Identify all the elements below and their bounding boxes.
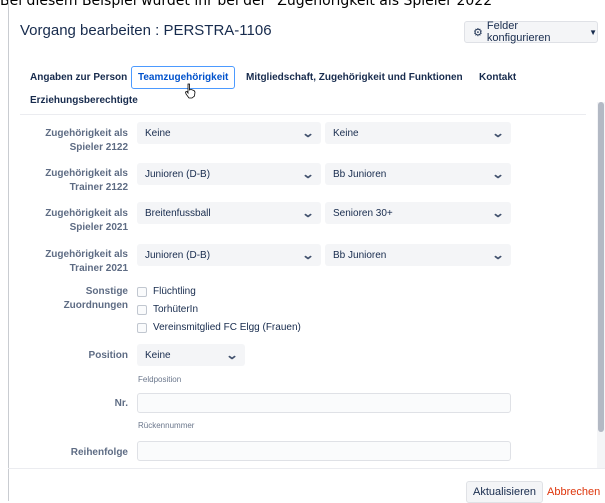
dialog-title: Vorgang bearbeiten : PERSTRA-1106 bbox=[20, 22, 272, 39]
chevron-down-icon: ⌄ bbox=[301, 206, 315, 220]
configure-fields-label: Felder konfigurieren bbox=[486, 20, 551, 44]
background-caption: Bei diesem Beispiel wurdet ihr bei der "… bbox=[0, 0, 493, 9]
caret-down-icon: ▼ bbox=[589, 27, 597, 37]
chevron-down-icon: ⌄ bbox=[491, 248, 505, 262]
tab-divider bbox=[20, 114, 586, 115]
label-sonstige-zuordnungen: Sonstige Zuordnungen bbox=[63, 286, 128, 311]
checkbox-torhueterin[interactable]: TorhüterIn bbox=[137, 304, 198, 315]
label-position: Position bbox=[88, 350, 128, 361]
update-button[interactable]: Aktualisieren bbox=[466, 481, 543, 503]
select-spieler-2122-primary[interactable]: Keine ⌄ bbox=[137, 122, 321, 144]
chevron-down-icon: ⌄ bbox=[491, 206, 505, 220]
chevron-down-icon: ⌄ bbox=[491, 126, 505, 140]
select-position[interactable]: Keine ⌄ bbox=[137, 344, 245, 366]
cancel-link[interactable]: Abbrechen bbox=[547, 486, 600, 498]
tab-mitgliedschaft[interactable]: Mitgliedschaft, Zugehörigkeit und Funkti… bbox=[246, 72, 463, 83]
select-spieler-2021-primary[interactable]: Breitenfussball ⌄ bbox=[137, 202, 321, 224]
checkbox-box[interactable] bbox=[137, 304, 147, 315]
select-spieler-2122-secondary[interactable]: Keine ⌄ bbox=[325, 122, 511, 144]
checkbox-vereinsmitglied[interactable]: Vereinsmitglied FC Elgg (Frauen) bbox=[137, 322, 301, 333]
label-trainer-2122: Zugehörigkeit als Trainer 2122 bbox=[45, 168, 128, 193]
chevron-down-icon: ⌄ bbox=[491, 167, 505, 181]
nr-input[interactable] bbox=[137, 393, 511, 413]
label-spieler-2122: Zugehörigkeit als Spieler 2122 bbox=[45, 128, 128, 153]
label-reihenfolge: Reihenfolge bbox=[70, 447, 128, 458]
tab-kontakt[interactable]: Kontakt bbox=[479, 72, 516, 83]
footer-divider bbox=[8, 468, 605, 469]
scrollbar-thumb[interactable] bbox=[598, 102, 604, 432]
label-spieler-2021: Zugehörigkeit als Spieler 2021 bbox=[45, 208, 128, 233]
checkbox-box[interactable] bbox=[137, 322, 147, 333]
help-feldposition: Feldposition bbox=[138, 375, 182, 384]
tab-erziehungsberechtigte[interactable]: Erziehungsberechtigte bbox=[30, 95, 138, 106]
reihenfolge-input[interactable] bbox=[137, 441, 511, 461]
select-spieler-2021-secondary[interactable]: Senioren 30+ ⌄ bbox=[325, 202, 511, 224]
scrollbar[interactable] bbox=[597, 102, 605, 468]
checkbox-fluechtling[interactable]: Flüchtling bbox=[137, 286, 196, 297]
select-trainer-2122-primary[interactable]: Junioren (D-B) ⌄ bbox=[137, 163, 321, 185]
select-trainer-2021-primary[interactable]: Junioren (D-B) ⌄ bbox=[137, 244, 321, 266]
select-trainer-2021-secondary[interactable]: Bb Junioren ⌄ bbox=[325, 244, 511, 266]
chevron-down-icon: ⌄ bbox=[225, 348, 239, 362]
chevron-down-icon: ⌄ bbox=[301, 126, 315, 140]
select-trainer-2122-secondary[interactable]: Bb Junioren ⌄ bbox=[325, 163, 511, 185]
checkbox-box[interactable] bbox=[137, 286, 147, 297]
hand-cursor-icon bbox=[185, 83, 196, 99]
label-nr: Nr. bbox=[114, 398, 128, 409]
tab-angaben-zur-person[interactable]: Angaben zur Person bbox=[30, 72, 127, 83]
help-rueckennummer: Rückennummer bbox=[138, 421, 195, 430]
chevron-down-icon: ⌄ bbox=[301, 167, 315, 181]
label-trainer-2021: Zugehörigkeit als Trainer 2021 bbox=[45, 249, 128, 274]
configure-fields-button[interactable]: ⚙ Felder konfigurieren ▼ bbox=[464, 20, 598, 44]
gear-icon: ⚙ bbox=[473, 26, 483, 39]
chevron-down-icon: ⌄ bbox=[301, 248, 315, 262]
